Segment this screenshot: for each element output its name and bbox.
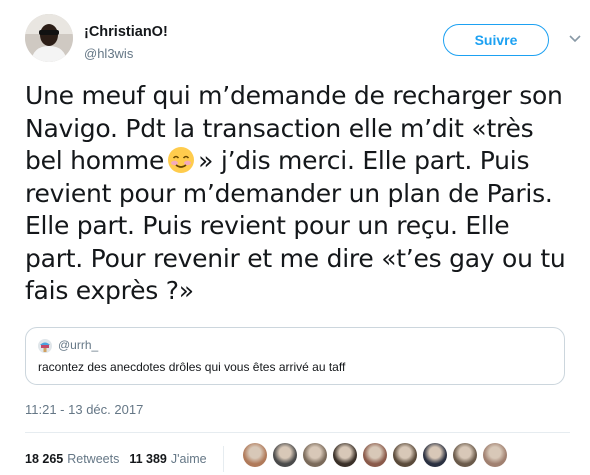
quoted-tweet[interactable]: @urrh_ racontez des anecdotes drôles qui… bbox=[25, 327, 565, 385]
quoted-handle: @urrh_ bbox=[58, 338, 99, 352]
liker-avatar[interactable] bbox=[243, 443, 267, 467]
stats-divider bbox=[222, 446, 224, 472]
tweet-header: ¡ChristianO! @hl3wis Suivre bbox=[25, 14, 581, 64]
retweets-count: 18 265 bbox=[25, 452, 64, 466]
liker-avatar[interactable] bbox=[273, 443, 297, 467]
liker-avatar[interactable] bbox=[393, 443, 417, 467]
quoted-avatar bbox=[38, 339, 52, 353]
quoted-text: racontez des anecdotes drôles qui vous ê… bbox=[38, 360, 346, 374]
liker-avatar[interactable] bbox=[453, 443, 477, 467]
liker-avatar[interactable] bbox=[333, 443, 357, 467]
tweet-stats: 18 265 Retweets 11 389 J'aime bbox=[25, 444, 232, 474]
liker-avatars bbox=[243, 443, 513, 467]
liker-avatar[interactable] bbox=[303, 443, 327, 467]
retweets-stat[interactable]: 18 265 Retweets bbox=[25, 452, 119, 466]
likes-stat[interactable]: 11 389 J'aime bbox=[129, 452, 206, 466]
likes-label: J'aime bbox=[170, 452, 207, 466]
tweet-timestamp[interactable]: 11:21 - 13 déc. 2017 bbox=[25, 402, 143, 417]
tweet-text: Une meuf qui m’demande de recharger son … bbox=[25, 80, 570, 308]
liker-avatar[interactable] bbox=[363, 443, 387, 467]
divider bbox=[25, 432, 570, 433]
liker-avatar[interactable] bbox=[423, 443, 447, 467]
likes-count: 11 389 bbox=[129, 452, 167, 466]
avatar[interactable] bbox=[25, 14, 73, 62]
retweets-label: Retweets bbox=[67, 452, 120, 466]
smiling-face-with-smiling-eyes-icon bbox=[167, 146, 195, 174]
chevron-down-icon[interactable] bbox=[568, 32, 582, 46]
display-name[interactable]: ¡ChristianO! bbox=[84, 24, 168, 40]
follow-button[interactable]: Suivre bbox=[443, 24, 549, 56]
liker-avatar[interactable] bbox=[483, 443, 507, 467]
user-handle[interactable]: @hl3wis bbox=[84, 46, 133, 61]
